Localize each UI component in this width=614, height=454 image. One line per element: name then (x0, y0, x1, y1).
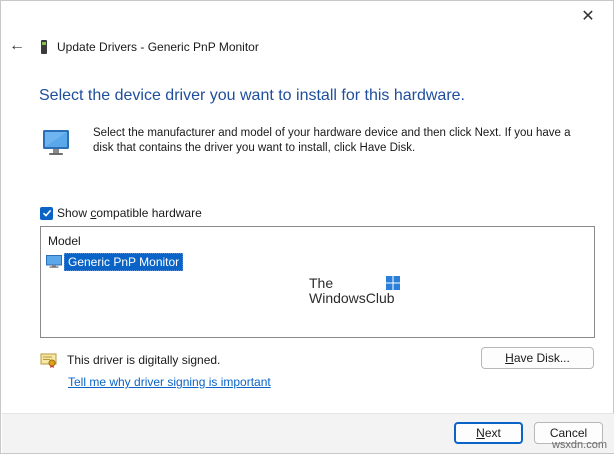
model-column-header: Model (48, 234, 81, 248)
show-compatible-label: Show compatible hardware (57, 206, 202, 220)
back-arrow-icon: ← (9, 37, 25, 54)
driver-signing-link[interactable]: Tell me why driver signing is important (68, 375, 271, 389)
have-disk-label: Have Disk... (505, 351, 570, 365)
device-icon (39, 40, 49, 54)
list-item[interactable]: Generic PnP Monitor (46, 252, 184, 271)
monitor-icon (41, 127, 71, 157)
back-button[interactable]: ← (9, 37, 25, 55)
update-drivers-window: ✕ ← Update Drivers - Generic PnP Monitor… (0, 0, 614, 454)
show-compatible-checkbox[interactable] (40, 206, 53, 220)
window-title-row: Update Drivers - Generic PnP Monitor (39, 39, 259, 55)
window-title: Update Drivers - Generic PnP Monitor (57, 40, 259, 54)
page-heading: Select the device driver you want to ins… (39, 87, 465, 104)
next-label: Next (476, 426, 501, 440)
watermark-logo (386, 276, 400, 290)
show-compatible-row[interactable]: Show compatible hardware (40, 206, 202, 220)
list-item-label: Generic PnP Monitor (64, 252, 184, 271)
instructions-text: Select the manufacturer and model of you… (93, 127, 571, 154)
signing-status-row: This driver is digitally signed. (40, 351, 220, 369)
next-button[interactable]: Next (454, 422, 523, 444)
signing-status-text: This driver is digitally signed. (67, 353, 221, 367)
close-icon: ✕ (581, 8, 595, 25)
have-disk-button[interactable]: Have Disk... (481, 347, 594, 369)
corner-watermark: wsxdn.com (551, 439, 607, 451)
cancel-label: Cancel (549, 426, 588, 440)
monitor-small-icon (46, 255, 62, 268)
close-button[interactable]: ✕ (577, 5, 599, 27)
model-list[interactable]: Model Generic PnP Monitor The WindowsClu… (40, 226, 595, 338)
certificate-icon (40, 352, 57, 369)
checkmark-icon (42, 209, 51, 217)
